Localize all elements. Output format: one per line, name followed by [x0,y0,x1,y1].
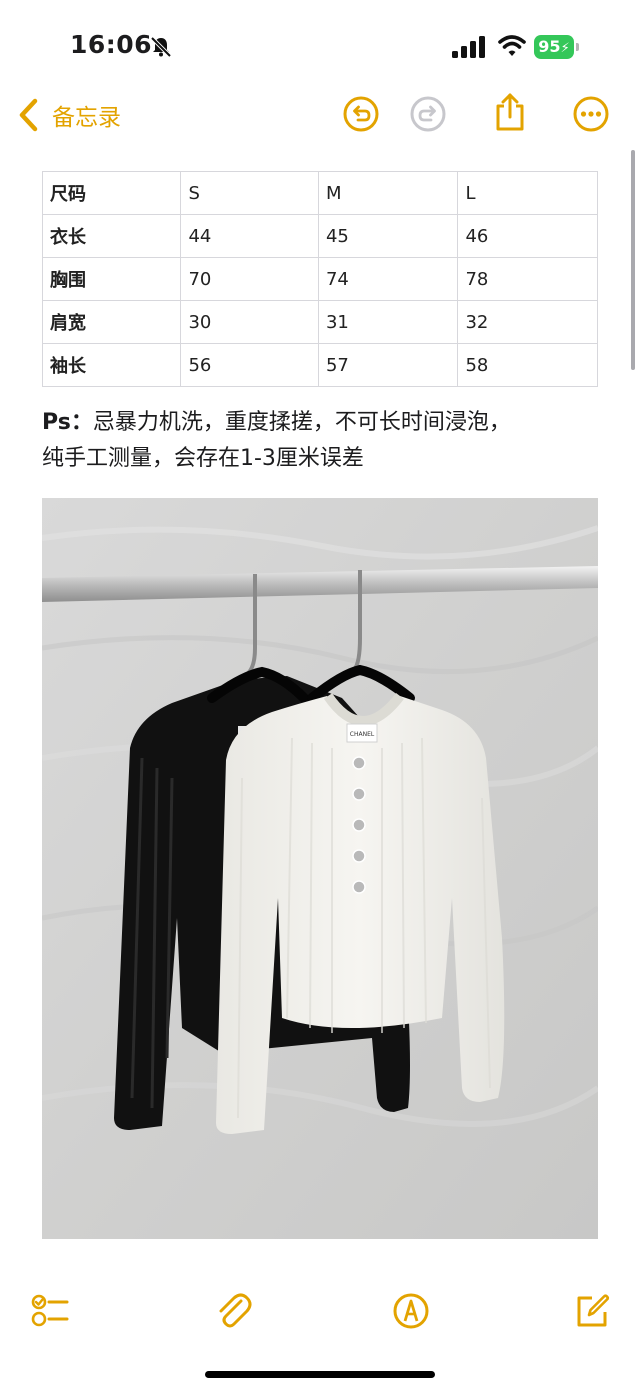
back-button-label: 备忘录 [52,105,121,131]
battery-indicator: 95⚡ [534,35,574,59]
table-cell: 57 [317,343,459,387]
table-row: 胸围 70 74 78 [41,257,598,301]
table-cell: 衣长 [41,214,182,258]
back-button[interactable]: 备忘录 [16,95,121,135]
table-cell: 31 [317,300,459,344]
table-header-row: 尺码 S M L [41,171,598,215]
table-cell: 78 [457,257,598,301]
status-bar: 16:06 95⚡ [0,0,640,90]
note-line-2: 纯手工测量，会存在1-3厘米误差 [42,446,364,471]
undo-icon [343,96,379,132]
table-row: 袖长 56 57 58 [41,343,598,387]
table-cell: 44 [180,214,319,258]
note-line-1-text: 忌暴力机洗，重度揉搓，不可长时间浸泡， [92,410,511,435]
table-cell: 58 [457,343,598,387]
table-cell: 70 [180,257,319,301]
table-cell: 56 [180,343,319,387]
sweater-photo[interactable]: CHANEL [42,498,598,1239]
checklist-icon [31,1294,69,1327]
garment-brand-label: CHANEL [350,731,375,738]
battery-cap [576,43,579,51]
status-time: 16:06 [70,30,153,59]
table-cell: 袖长 [41,343,182,387]
note-line-1: Ps：忌暴力机洗，重度揉搓，不可长时间浸泡， [42,405,612,441]
more-button[interactable] [572,95,610,133]
redo-icon [410,96,446,132]
table-header-cell: M [317,171,459,215]
pen-circle-icon [393,1293,429,1329]
photo-illustration: CHANEL [42,498,598,1239]
scrollbar[interactable] [631,150,635,370]
table-header-cell: S [180,171,319,215]
paperclip-icon [219,1293,252,1328]
chevron-left-icon [19,98,38,132]
cellular-signal-icon [452,36,488,58]
note-body[interactable]: Ps：忌暴力机洗，重度揉搓，不可长时间浸泡， 纯手工测量，会存在1-3厘米误差 [42,405,612,477]
home-indicator[interactable] [205,1371,435,1378]
compose-icon [577,1294,610,1327]
size-table: 尺码 S M L 衣长 44 45 46 胸围 70 74 78 肩宽 30 3… [41,171,598,387]
bell-slash-icon [149,35,173,59]
table-row: 衣长 44 45 46 [41,214,598,258]
table-header-cell: L [457,171,598,215]
table-header-cell: 尺码 [41,171,182,215]
undo-button[interactable] [342,95,380,133]
table-row: 肩宽 30 31 32 [41,300,598,344]
ellipsis-circle-icon [573,96,609,132]
table-cell: 74 [317,257,459,301]
wifi-icon [498,34,526,58]
table-cell: 30 [180,300,319,344]
note-prefix: Ps： [42,410,93,435]
share-icon [496,93,524,131]
checklist-button[interactable] [30,1291,70,1331]
compose-button[interactable] [572,1291,612,1331]
battery-level: 95 [538,37,561,56]
share-button[interactable] [491,92,529,131]
table-cell: 45 [317,214,459,258]
redo-button[interactable] [409,95,447,133]
table-cell: 32 [457,300,598,344]
table-cell: 胸围 [41,257,182,301]
table-cell: 肩宽 [41,300,182,344]
attachment-button[interactable] [213,1291,253,1331]
markup-button[interactable] [391,1291,431,1331]
table-cell: 46 [457,214,598,258]
